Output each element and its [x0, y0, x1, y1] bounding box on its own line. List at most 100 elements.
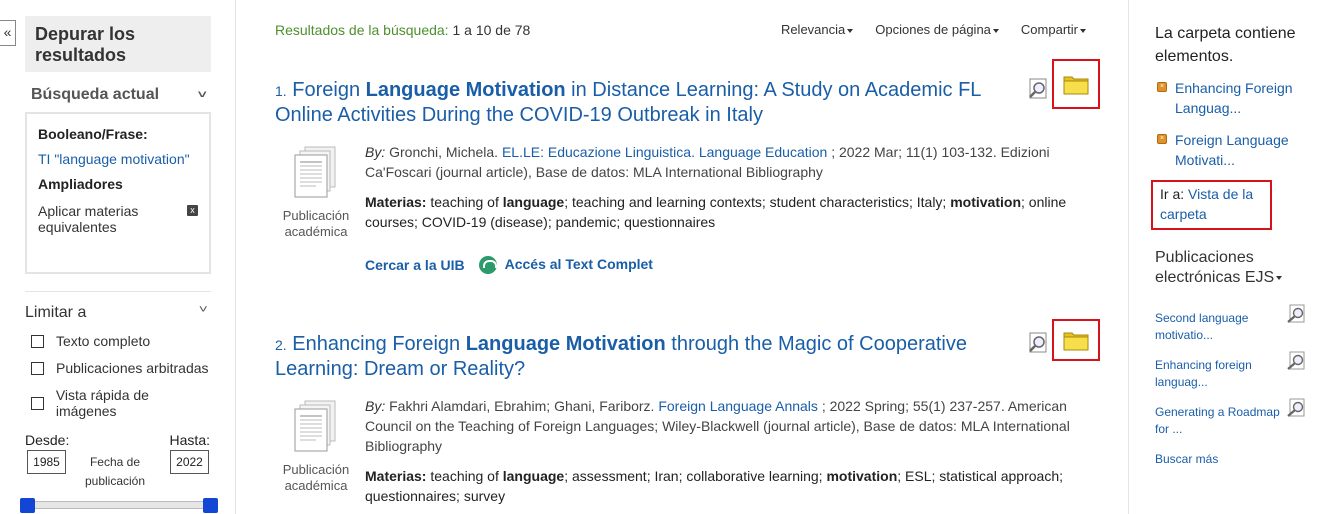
source-link[interactable]: Foreign Language Annals: [658, 398, 818, 414]
full-text-checkbox[interactable]: [31, 334, 44, 348]
results-label: Resultados de la búsqueda:: [275, 22, 449, 38]
ejs-item: Enhancing foreign languag...: [1155, 351, 1307, 391]
publication-type-label: Publicación académica: [282, 462, 350, 493]
publication-date-label: Fecha de publicación: [84, 455, 146, 488]
limit-to-toggle[interactable]: Limitar a ˅: [25, 304, 211, 322]
add-to-folder-button[interactable]: [1052, 319, 1100, 361]
add-to-folder-button[interactable]: [1052, 59, 1100, 109]
result-citation: By: Gronchi, Michela. EL.LE: Educazione …: [365, 142, 1095, 182]
results-count: Resultados de la búsqueda: 1 a 10 de 78: [275, 22, 530, 38]
title-part: Foreign: [292, 79, 366, 101]
folder-item: × Enhancing Foreign Languag...: [1157, 78, 1307, 118]
refine-sidebar: Depurar los resultados Búsqueda actual ˅…: [25, 16, 211, 492]
slider-track: [20, 501, 218, 509]
share-label: Compartir: [1020, 22, 1078, 37]
subjects-label: Materias:: [365, 194, 427, 210]
subjects-text: teaching of: [430, 194, 499, 210]
divider: [235, 0, 236, 514]
current-search-box: Booleano/Frase: TI "language motivation"…: [25, 112, 211, 274]
relevance-dropdown[interactable]: Relevancia: [780, 22, 854, 37]
preview-magnifier-icon[interactable]: [1027, 78, 1049, 100]
results-toolbar: Relevancia Opciones de página Compartir: [781, 22, 1086, 37]
image-quick-view-checkbox[interactable]: [31, 396, 44, 410]
limit-image-quick-view-option[interactable]: Vista rápida de imágenes: [25, 387, 211, 419]
boolean-phrase-label: Booleano/Frase:: [38, 126, 148, 142]
subjects-text: teaching of: [430, 468, 499, 484]
remove-folder-item-icon[interactable]: ×: [1157, 134, 1167, 144]
subjects-highlight: motivation: [826, 468, 898, 484]
preview-magnifier-icon[interactable]: [1285, 351, 1307, 371]
publication-date-filter: Desde: Hasta: 1985 Fecha de publicación …: [25, 432, 211, 492]
subjects-text: ; teaching and learning contexts; studen…: [564, 194, 947, 210]
folder-item: × Foreign Language Motivati...: [1157, 130, 1307, 170]
author: Gronchi, Michela.: [389, 144, 499, 160]
divider: [1128, 0, 1129, 514]
result-citation: By: Fakhri Alamdari, Ebrahim; Ghani, Far…: [365, 396, 1095, 456]
current-search-toggle[interactable]: Búsqueda actual ˅: [25, 86, 211, 104]
ejs-item-link[interactable]: Enhancing foreign languag...: [1155, 357, 1285, 391]
expander-equivalent-subjects: Aplicar materias equivalentes: [38, 203, 139, 235]
share-dropdown[interactable]: Compartir: [1021, 22, 1086, 37]
slider-handle-end[interactable]: [203, 498, 218, 513]
remove-folder-item-icon[interactable]: ×: [1157, 82, 1167, 92]
result-subjects: Materias: teaching of language; assessme…: [365, 466, 1095, 506]
result-number: 2.: [275, 337, 287, 353]
refine-results-heading: Depurar los resultados: [25, 16, 211, 72]
folder-item-link[interactable]: Enhancing Foreign Languag...: [1175, 78, 1307, 118]
preview-magnifier-icon[interactable]: [1027, 332, 1049, 354]
results-range: 1 a 10 de 78: [452, 22, 531, 38]
page-options-dropdown[interactable]: Opciones de página: [875, 22, 999, 37]
ejs-item-link[interactable]: Second language motivatio...: [1155, 310, 1285, 344]
search-term-link[interactable]: TI "language motivation": [38, 151, 198, 167]
result-number: 1.: [275, 83, 287, 99]
publication-type-label: Publicación académica: [282, 208, 350, 239]
date-range-slider[interactable]: [20, 498, 218, 513]
page-options-label: Opciones de página: [875, 22, 991, 37]
peer-reviewed-label: Publicaciones arbitradas: [56, 360, 209, 376]
expanders-label: Ampliadores: [38, 176, 123, 192]
ejs-heading[interactable]: Publicaciones electrónicas EJS: [1155, 248, 1315, 288]
publication-type: Publicación académica: [275, 145, 357, 240]
ejs-heading-label: Publicaciones electrónicas EJS: [1155, 249, 1275, 286]
divider: [25, 291, 211, 292]
collapse-sidebar-button[interactable]: «: [0, 20, 16, 46]
subjects-label: Materias:: [365, 468, 427, 484]
by-label: By:: [365, 398, 386, 414]
title-highlight: Language Motivation: [465, 333, 666, 355]
subjects-highlight: language: [502, 468, 565, 484]
full-text-access-label: Accés al Text Complet: [504, 256, 653, 272]
chevron-down-icon: ˅: [197, 89, 207, 101]
folder-item-link[interactable]: Foreign Language Motivati...: [1175, 130, 1307, 170]
peer-reviewed-checkbox[interactable]: [31, 361, 44, 375]
preview-magnifier-icon[interactable]: [1285, 304, 1307, 324]
ejs-item: Second language motivatio...: [1155, 304, 1307, 344]
search-uib-link[interactable]: Cercar a la UIB: [365, 257, 465, 273]
full-text-label: Texto completo: [56, 333, 151, 349]
date-from-label: Desde:: [25, 432, 70, 448]
source-link[interactable]: EL.LE: Educazione Linguistica. Language …: [502, 144, 827, 160]
preview-magnifier-icon[interactable]: [1285, 398, 1307, 418]
caret-down-icon: [992, 28, 999, 33]
slider-handle-start[interactable]: [20, 498, 35, 513]
publication-type: Publicación académica: [275, 399, 357, 494]
limit-peer-reviewed-option[interactable]: Publicaciones arbitradas: [25, 360, 211, 376]
document-icon: [294, 146, 336, 198]
ejs-item: Generating a Roadmap for ...: [1155, 398, 1307, 438]
folder-icon: [1063, 332, 1089, 351]
folder-icon: [1063, 76, 1089, 95]
remove-expander-icon[interactable]: x: [187, 205, 198, 216]
caret-down-icon: [1080, 28, 1086, 33]
search-more-link[interactable]: Buscar más: [1155, 452, 1218, 466]
result-title[interactable]: 2. Enhancing Foreign Language Motivation…: [275, 332, 1015, 381]
ejs-item-link[interactable]: Generating a Roadmap for ...: [1155, 404, 1285, 438]
full-text-access-link[interactable]: Accés al Text Complet: [478, 256, 653, 275]
result-title[interactable]: 1. Foreign Language Motivation in Distan…: [275, 78, 1015, 127]
folder-status: La carpeta contiene elementos.: [1155, 25, 1296, 65]
date-to-input[interactable]: 2022: [170, 450, 209, 474]
limit-full-text-option[interactable]: Texto completo: [25, 333, 211, 349]
relevance-label: Relevancia: [780, 22, 846, 37]
date-from-input[interactable]: 1985: [27, 450, 66, 474]
date-to-label: Hasta:: [169, 432, 210, 448]
title-part: Enhancing Foreign: [292, 333, 466, 355]
subjects-highlight: language: [502, 194, 565, 210]
